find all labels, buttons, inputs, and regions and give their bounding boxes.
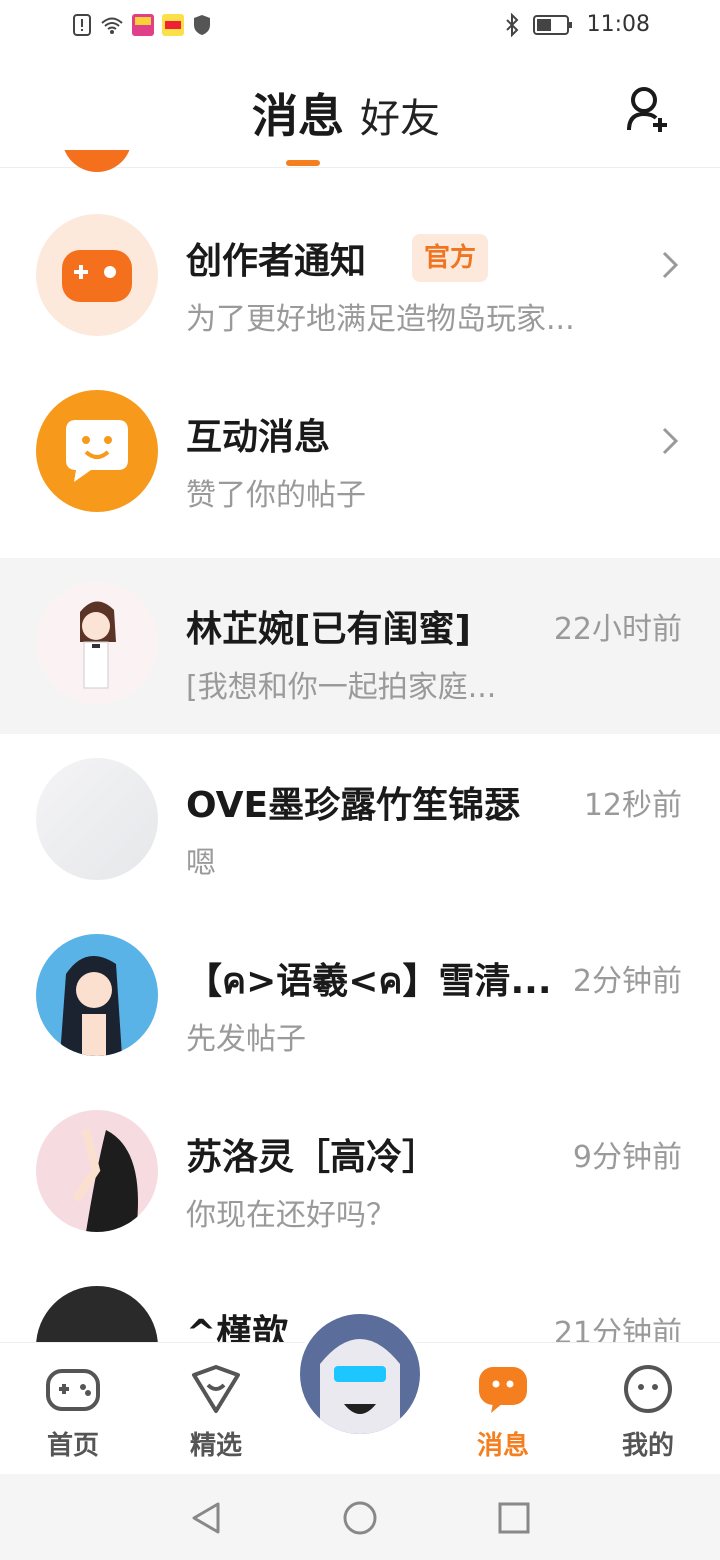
- item-preview: 先发帖子: [186, 1022, 306, 1057]
- item-title: 互动消息: [186, 417, 331, 458]
- status-time: 11:08: [586, 12, 650, 37]
- header-tabs: 消息 好友: [252, 80, 440, 146]
- gamepad-outline-icon: [46, 1369, 100, 1411]
- item-title: OVE墨珍露竹笙锦瑟: [186, 785, 521, 826]
- item-title: 创作者通知: [186, 241, 367, 282]
- avatar[interactable]: [36, 934, 158, 1056]
- tab-indicator: [286, 160, 320, 166]
- nav-profile[interactable]: 我的: [603, 1363, 693, 1463]
- item-preview: 你现在还好吗？: [186, 1198, 396, 1233]
- avatar: [300, 1314, 420, 1434]
- app-icon: [132, 14, 154, 36]
- chevron-right-icon: [662, 427, 679, 455]
- face-icon: [624, 1365, 672, 1413]
- official-badge: 官方: [412, 234, 489, 282]
- item-title: 【ค>语羲<ค】雪清...: [186, 961, 552, 1002]
- system-nav-bar: [0, 1474, 720, 1560]
- status-left-icons: [72, 14, 212, 36]
- item-time: 9分钟前: [572, 1140, 682, 1175]
- list-item-chat[interactable]: 林芷婉[已有闺蜜] 22小时前 [我想和你一起拍家庭...: [0, 558, 720, 734]
- nav-label: 首页: [46, 1431, 99, 1461]
- list-item-creator-notice[interactable]: 创作者通知 官方 为了更好地满足造物岛玩家...: [0, 190, 720, 366]
- list-item-chat[interactable]: 【ค>语羲<ค】雪清... 2分钟前 先发帖子: [0, 910, 720, 1086]
- status-right: 11:08: [505, 12, 650, 37]
- item-time: 12秒前: [583, 788, 682, 823]
- chevron-right-icon: [662, 251, 679, 279]
- tab-messages[interactable]: 消息: [252, 80, 344, 146]
- recents-icon[interactable]: [494, 1498, 534, 1538]
- item-title: 苏洛灵［高冷］: [186, 1137, 439, 1178]
- chat-smile-icon: [36, 390, 158, 512]
- shield-icon: [194, 15, 210, 35]
- item-preview: 为了更好地满足造物岛玩家...: [186, 302, 575, 337]
- wifi-icon: [101, 17, 123, 34]
- clipped-avatar: [62, 150, 132, 174]
- item-title: 林芷婉[已有闺蜜]: [186, 609, 471, 650]
- nav-label: 精选: [189, 1431, 242, 1461]
- add-friend-icon[interactable]: [626, 86, 672, 136]
- item-time: 22小时前: [553, 612, 682, 647]
- avatar[interactable]: [36, 1110, 158, 1232]
- list-item-interactions[interactable]: 互动消息 赞了你的帖子: [0, 366, 720, 542]
- avatar[interactable]: [36, 582, 158, 704]
- battery-icon: [532, 14, 572, 35]
- nav-label: 消息: [476, 1431, 529, 1461]
- avatar[interactable]: [36, 758, 158, 880]
- center-create-avatar[interactable]: [296, 1310, 424, 1438]
- item-preview: [我想和你一起拍家庭...: [186, 670, 497, 705]
- status-bar: 11:08: [0, 0, 720, 56]
- bluetooth-icon: [505, 12, 519, 37]
- message-icon: [479, 1367, 527, 1413]
- heart-badge-icon: [192, 1365, 240, 1413]
- item-time: 2分钟前: [572, 964, 682, 999]
- item-preview: 嗯: [186, 846, 216, 881]
- back-icon[interactable]: [186, 1498, 226, 1538]
- list-item-chat[interactable]: OVE墨珍露竹笙锦瑟 12秒前 嗯: [0, 734, 720, 910]
- gamepad-icon: [36, 214, 158, 336]
- list-item-chat[interactable]: 苏洛灵［高冷］ 9分钟前 你现在还好吗？: [0, 1086, 720, 1262]
- nav-featured[interactable]: 精选: [171, 1363, 261, 1463]
- app-icon: [162, 14, 184, 36]
- nav-home[interactable]: 首页: [28, 1363, 118, 1463]
- alert-icon: [73, 14, 91, 36]
- nav-label: 我的: [621, 1431, 674, 1461]
- item-preview: 赞了你的帖子: [186, 478, 366, 513]
- tab-friends[interactable]: 好友: [360, 86, 440, 144]
- home-icon[interactable]: [340, 1498, 380, 1538]
- nav-messages[interactable]: 消息: [458, 1363, 548, 1463]
